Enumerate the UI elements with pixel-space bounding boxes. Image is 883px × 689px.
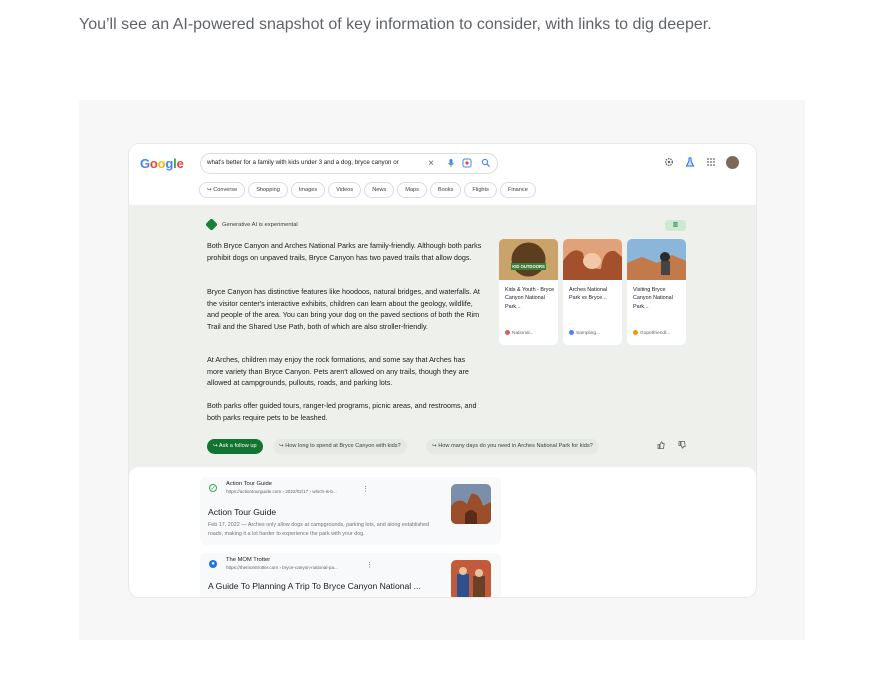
source-favicon-icon: [505, 330, 510, 335]
result-title[interactable]: A Guide To Planning A Trip To Bryce Cany…: [208, 581, 421, 591]
card-source: Gopetfriendl...: [633, 330, 670, 336]
ai-label-text: Generative AI is experimental: [222, 222, 298, 229]
search-header: Google what's better for a family with k…: [129, 144, 756, 205]
result-title[interactable]: Action Tour Guide: [208, 507, 276, 517]
logo-letter: G: [140, 156, 150, 171]
site-favicon-icon: ●: [209, 560, 217, 568]
card-title: Arches National Park vs Bryce...: [569, 287, 608, 302]
apps-icon[interactable]: [705, 157, 716, 168]
source-favicon-icon: [569, 330, 574, 335]
more-options-icon[interactable]: ⋮: [362, 485, 369, 493]
result-thumbnail[interactable]: [451, 484, 491, 524]
result-site-name: Action Tour Guide: [226, 481, 272, 487]
google-logo[interactable]: Google: [140, 156, 184, 171]
search-result[interactable]: ● The MOM Trotter https://themomtrotter.…: [200, 553, 501, 597]
search-query[interactable]: what's better for a family with kids und…: [207, 159, 399, 166]
ai-paragraph: Bryce Canyon has distinctive features li…: [207, 287, 480, 331]
ai-paragraph: Both parks offer guided tours, ranger-le…: [207, 401, 477, 422]
card-source: National...: [505, 330, 534, 336]
chip-news[interactable]: News: [364, 182, 395, 198]
chip-videos[interactable]: Videos: [328, 182, 362, 198]
chip-shopping[interactable]: Shopping: [248, 182, 288, 198]
ai-paragraph: Both Bryce Canyon and Arches National Pa…: [207, 241, 482, 262]
account-avatar[interactable]: [726, 156, 739, 169]
card-source-name: National...: [512, 330, 534, 336]
result-thumbnail[interactable]: [451, 560, 491, 597]
site-favicon-icon: ✓: [209, 484, 217, 492]
page-caption: You’ll see an AI-powered snapshot of key…: [79, 16, 712, 33]
ai-source-cards: KID OUTDOORS Kids & Youth - Bryce Canyon…: [499, 239, 686, 345]
logo-letter: g: [165, 156, 174, 171]
lens-icon[interactable]: [461, 158, 473, 170]
logo-letter: o: [149, 156, 158, 171]
ask-follow-up-button[interactable]: ↪ Ask a follow up: [207, 439, 263, 454]
card-source: Sampling...: [569, 330, 600, 336]
suggestion-chip[interactable]: ↪ How long to spend at Bryce Canyon with…: [273, 439, 407, 454]
thumbs-down-icon[interactable]: [677, 441, 687, 451]
source-card[interactable]: KID OUTDOORS Kids & Youth - Bryce Canyon…: [499, 239, 558, 345]
chip-books[interactable]: Books: [429, 182, 462, 198]
result-url[interactable]: https://themomtrotter.com › bryce-canyon…: [226, 565, 338, 570]
card-source-name: Sampling...: [576, 330, 600, 336]
generative-ai-icon: [205, 218, 218, 231]
result-site-name: The MOM Trotter: [226, 557, 271, 563]
chip-images[interactable]: Images: [290, 182, 326, 198]
source-card[interactable]: Arches National Park vs Bryce... Samplin…: [563, 239, 622, 345]
settings-icon[interactable]: [663, 157, 674, 168]
search-result[interactable]: ✓ Action Tour Guide https://actiontourgu…: [200, 477, 501, 545]
more-options-icon[interactable]: ⋮: [366, 561, 373, 569]
search-results-window: Google what's better for a family with k…: [129, 144, 756, 597]
ai-overview-label: Generative AI is experimental: [205, 218, 298, 231]
chip-converse[interactable]: ↪ Converse: [199, 182, 246, 198]
search-icon[interactable]: [480, 158, 492, 170]
search-filter-chips: ↪ Converse Shopping Images Videos News M…: [199, 182, 536, 198]
labs-icon[interactable]: [684, 157, 695, 168]
clear-icon[interactable]: ×: [425, 158, 437, 170]
layout-toggle-icon[interactable]: ▥: [665, 220, 686, 231]
chip-maps[interactable]: Maps: [397, 182, 427, 198]
search-box[interactable]: what's better for a family with kids und…: [200, 153, 498, 174]
card-title: Visiting Bryce Canyon National Park...: [633, 287, 673, 310]
card-title: Kids & Youth - Bryce Canyon National Par…: [505, 287, 555, 310]
thumbs-up-icon[interactable]: [656, 441, 666, 451]
card-source-name: Gopetfriendl...: [640, 330, 671, 336]
card-image: [563, 239, 622, 280]
result-snippet: Feb 17, 2022 — Arches only allow dogs at…: [208, 522, 430, 537]
card-image: KID OUTDOORS: [499, 239, 558, 280]
result-url[interactable]: https://actiontourguide.com › 2022/02/17…: [226, 489, 337, 494]
chip-flights[interactable]: Flights: [464, 182, 497, 198]
mic-icon[interactable]: [445, 158, 457, 170]
logo-letter: e: [176, 156, 184, 171]
source-favicon-icon: [633, 330, 638, 335]
logo-letter: o: [157, 156, 166, 171]
suggestion-chip[interactable]: ↪ How many days do you need in Arches Na…: [426, 439, 599, 454]
card-image-text: KID OUTDOORS: [512, 264, 545, 269]
card-image: [627, 239, 686, 280]
source-card[interactable]: Visiting Bryce Canyon National Park... G…: [627, 239, 686, 345]
chip-finance[interactable]: Finance: [499, 182, 536, 198]
web-results: ✓ Action Tour Guide https://actiontourgu…: [129, 467, 756, 597]
ai-paragraph: At Arches, children may enjoy the rock f…: [207, 355, 469, 388]
